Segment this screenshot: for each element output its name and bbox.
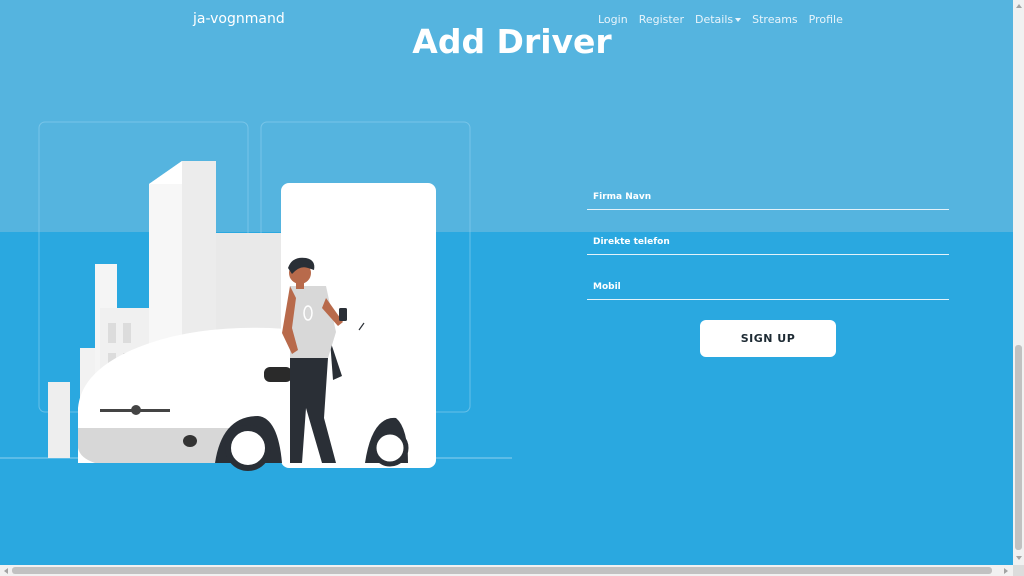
mobil-input[interactable]: [587, 276, 953, 300]
firma-navn-field[interactable]: Firma Navn: [587, 186, 953, 210]
firma-navn-input[interactable]: [587, 186, 953, 210]
horizontal-scrollbar[interactable]: [0, 565, 1013, 576]
sign-up-button[interactable]: SIGN UP: [700, 320, 836, 357]
scroll-right-arrow-icon[interactable]: [1004, 568, 1008, 574]
scroll-left-arrow-icon[interactable]: [4, 568, 8, 574]
scroll-up-arrow-icon[interactable]: [1016, 4, 1022, 8]
vertical-scroll-thumb[interactable]: [1015, 345, 1022, 550]
scrollbar-corner: [1013, 565, 1024, 576]
direkte-telefon-field[interactable]: Direkte telefon: [587, 231, 953, 255]
add-driver-form: Firma Navn Direkte telefon Mobil SIGN UP: [587, 186, 953, 357]
page: ja-vognmand Login Register Details Strea…: [0, 0, 1013, 565]
vertical-scrollbar[interactable]: [1013, 0, 1024, 565]
driver-car-illustration: [0, 121, 512, 471]
direkte-telefon-input[interactable]: [587, 231, 953, 255]
page-title: Add Driver: [412, 22, 612, 61]
horizontal-scroll-thumb[interactable]: [12, 567, 992, 574]
scroll-down-arrow-icon[interactable]: [1016, 556, 1022, 560]
mobil-field[interactable]: Mobil: [587, 276, 953, 300]
